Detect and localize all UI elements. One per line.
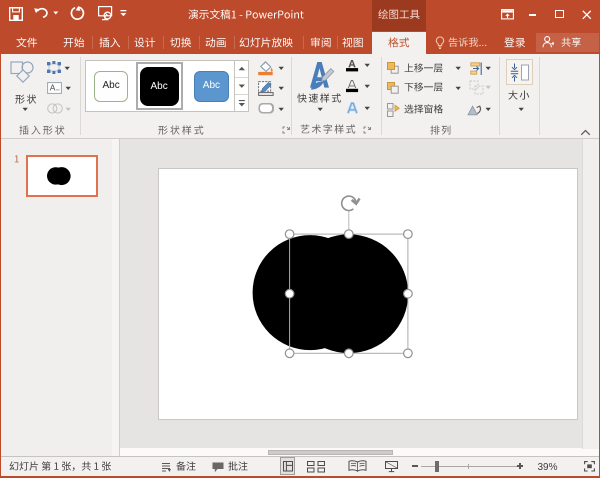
svg-text:A: A (49, 82, 55, 92)
